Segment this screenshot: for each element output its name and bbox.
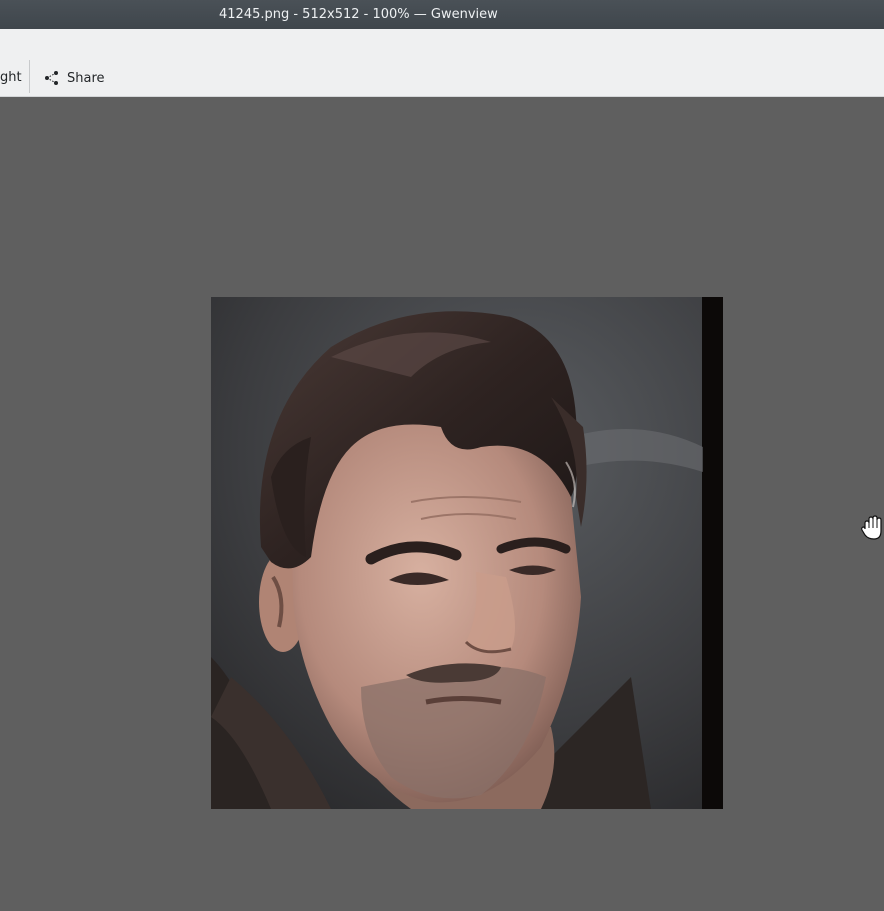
share-button[interactable]: Share (44, 67, 105, 89)
toolbar-separator (29, 60, 30, 93)
window-titlebar[interactable]: 41245.png - 512x512 - 100% — Gwenview (0, 0, 884, 29)
share-icon (44, 70, 60, 86)
portrait-image[interactable] (211, 297, 723, 809)
window-title: 41245.png - 512x512 - 100% — Gwenview (219, 7, 498, 22)
toolbar-partial-button-label[interactable]: ght (0, 70, 22, 85)
image-viewport[interactable] (0, 97, 884, 911)
main-toolbar: ght Share (0, 29, 884, 97)
hand-cursor-icon (860, 515, 884, 541)
share-label: Share (67, 70, 105, 86)
